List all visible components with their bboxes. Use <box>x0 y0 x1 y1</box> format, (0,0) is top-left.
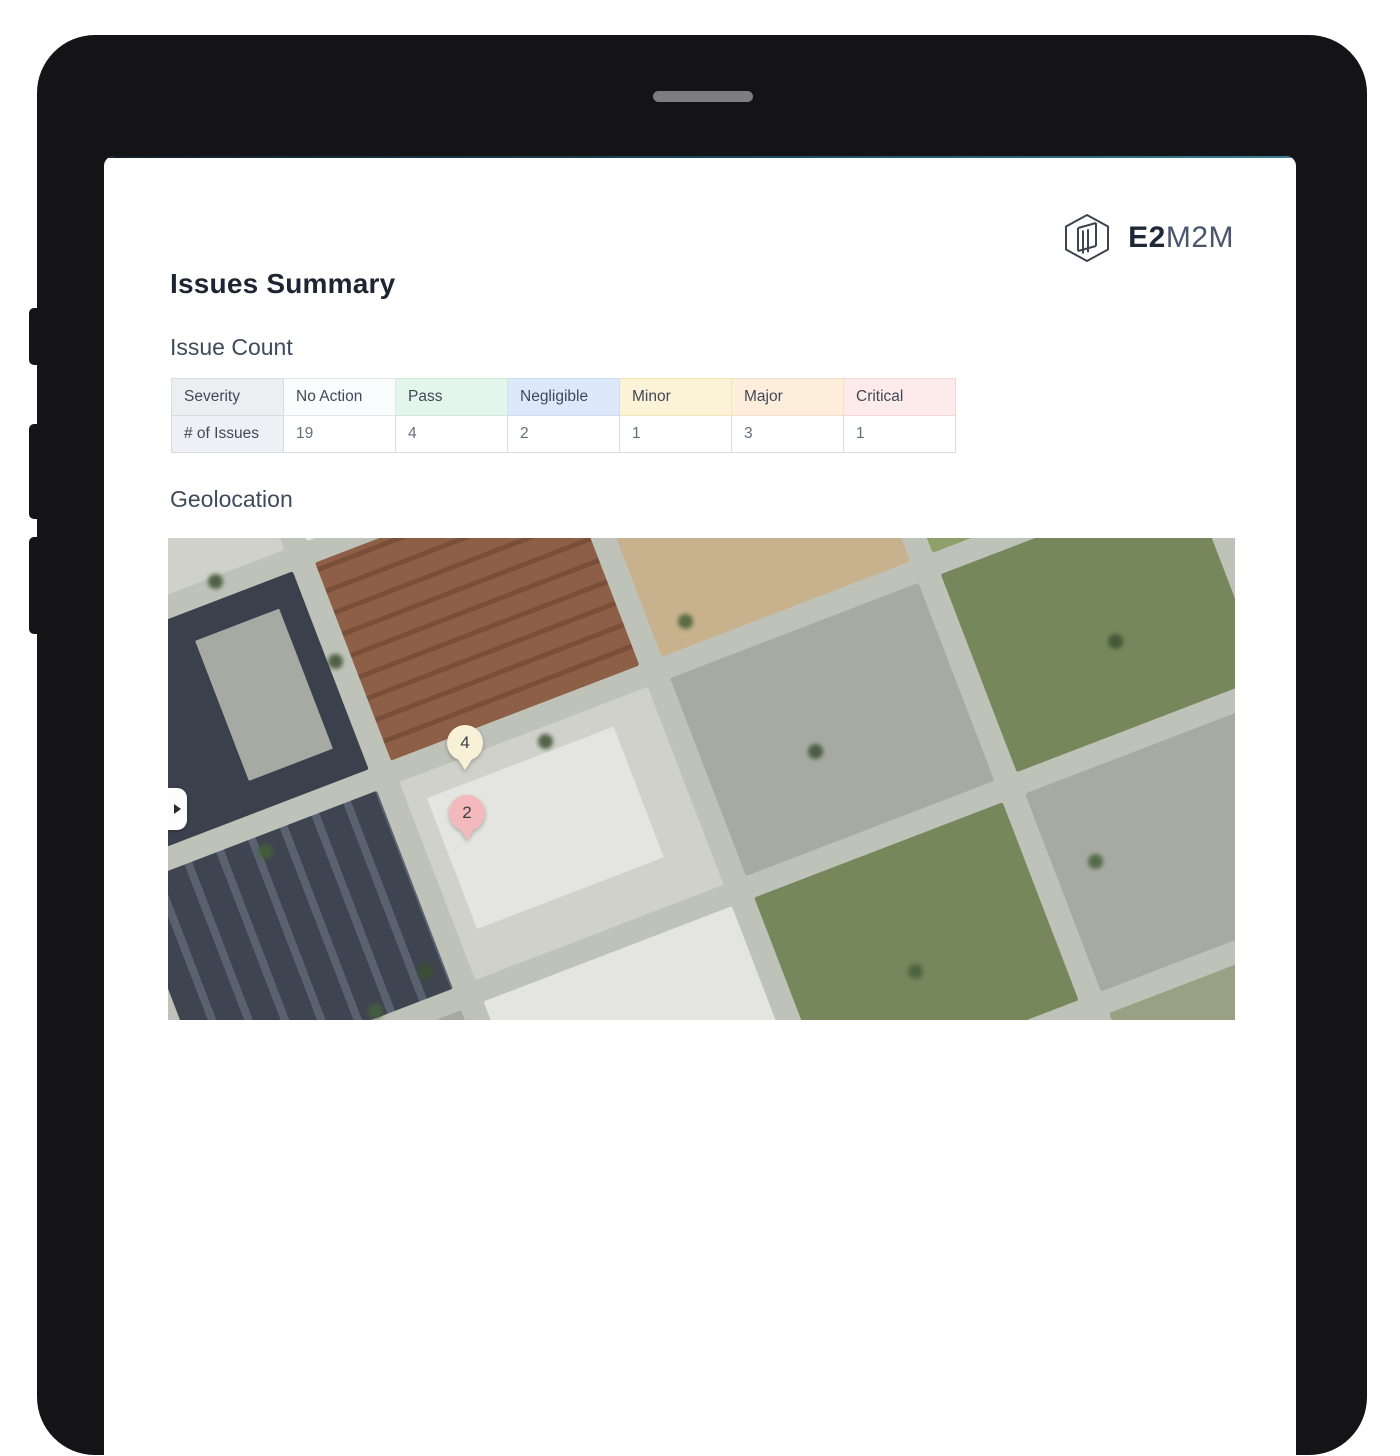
brand-logo-text: E2M2M <box>1128 221 1234 255</box>
map-building <box>195 609 333 781</box>
map-marker-2-label: 2 <box>462 803 471 823</box>
value-critical: 1 <box>844 416 956 453</box>
tablet-frame: E2M2M Issues Summary Issue Count Severit… <box>37 35 1367 1455</box>
map-illustration <box>168 538 1235 1020</box>
table-header-severity: Severity <box>172 379 284 416</box>
map-panel-toggle-button[interactable] <box>168 788 187 830</box>
table-row-label: # of Issues <box>172 416 284 453</box>
section-heading-geolocation: Geolocation <box>170 486 293 513</box>
table-value-row: # of Issues 19 4 2 1 3 1 <box>172 416 956 453</box>
issue-count-table: Severity No Action Pass Negligible Minor… <box>171 378 956 453</box>
chevron-right-icon <box>174 804 181 814</box>
table-header-negligible: Negligible <box>508 379 620 416</box>
report-screen: E2M2M Issues Summary Issue Count Severit… <box>104 156 1296 1456</box>
table-header-major: Major <box>732 379 844 416</box>
value-negligible: 2 <box>508 416 620 453</box>
value-minor: 1 <box>620 416 732 453</box>
page-title: Issues Summary <box>170 268 395 300</box>
map-tree-clusters <box>208 574 223 589</box>
section-heading-issue-count: Issue Count <box>170 334 293 361</box>
value-no-action: 19 <box>284 416 396 453</box>
brand-logo: E2M2M <box>1062 214 1234 262</box>
table-header-critical: Critical <box>844 379 956 416</box>
tablet-camera-bar <box>653 91 753 102</box>
map-marker-4[interactable]: 4 <box>447 725 483 761</box>
table-header-minor: Minor <box>620 379 732 416</box>
map-marker-4-label: 4 <box>460 733 469 753</box>
table-header-pass: Pass <box>396 379 508 416</box>
table-header-row: Severity No Action Pass Negligible Minor… <box>172 379 956 416</box>
brand-logo-bold: E2 <box>1128 221 1166 254</box>
geolocation-map[interactable]: 4 2 <box>168 538 1235 1020</box>
value-major: 3 <box>732 416 844 453</box>
value-pass: 4 <box>396 416 508 453</box>
table-header-no-action: No Action <box>284 379 396 416</box>
map-marker-2[interactable]: 2 <box>449 795 485 831</box>
hexagon-box-icon <box>1062 214 1112 262</box>
brand-logo-rest: M2M <box>1166 221 1234 254</box>
map-building <box>168 538 184 558</box>
